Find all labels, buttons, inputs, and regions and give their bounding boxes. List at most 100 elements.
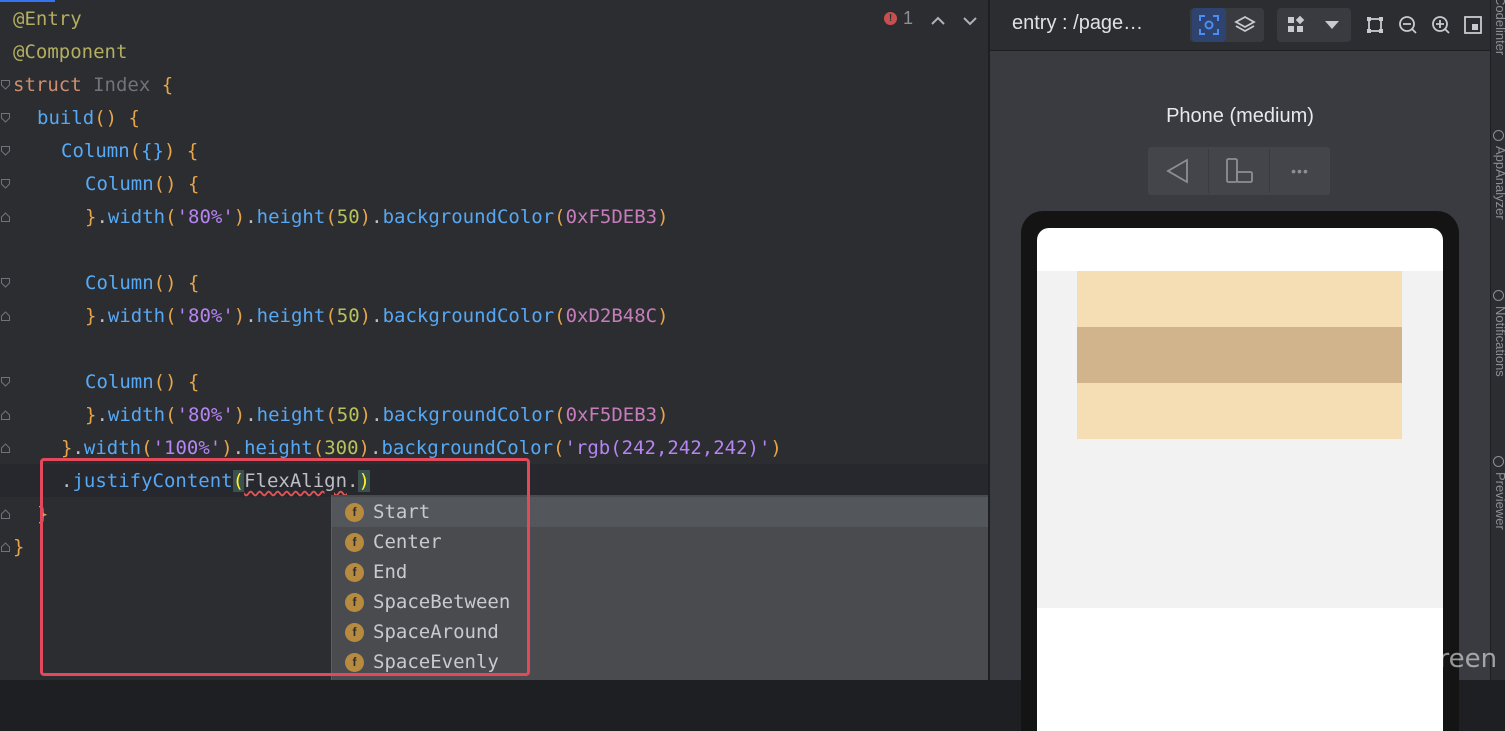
rotate-icon[interactable] <box>1209 147 1269 195</box>
code-token: . <box>245 404 257 426</box>
code-token: Column <box>61 140 130 162</box>
completion-item[interactable]: f SpaceEvenly <box>332 647 1101 677</box>
code-token: height <box>256 305 326 327</box>
code-token: 0xF5DEB3 <box>565 404 658 426</box>
sidebar-item-notifications[interactable]: Notifications <box>1493 306 1505 377</box>
code-token: ( <box>129 140 142 162</box>
fold-marker-icon[interactable] <box>1 113 10 123</box>
code-token: 50 <box>336 404 360 426</box>
completion-item[interactable]: f Start <box>332 497 1101 527</box>
fold-marker-icon[interactable] <box>1 80 10 90</box>
code-line[interactable]: } <box>13 531 24 564</box>
fold-marker-icon[interactable] <box>1 146 10 156</box>
code-line[interactable]: }.width('100%').height(300).backgroundCo… <box>61 432 782 465</box>
device-controls: ••• <box>1148 147 1330 195</box>
fold-end-icon[interactable] <box>1 542 10 552</box>
matched-bracket: ( <box>232 470 245 492</box>
components-icon[interactable] <box>1279 8 1313 42</box>
code-token: ) <box>657 206 669 228</box>
code-token: . <box>96 404 108 426</box>
code-line[interactable]: }.width('80%').height(50).backgroundColo… <box>85 399 669 432</box>
fit-screen-icon[interactable] <box>1456 8 1490 42</box>
code-token: height <box>256 206 326 228</box>
previewer-title[interactable]: entry : /page… <box>1012 12 1143 35</box>
arrow-down-icon[interactable] <box>962 12 978 26</box>
code-token: '80%' <box>176 404 234 426</box>
code-token: ) <box>358 437 370 459</box>
completion-label: SpaceBetween <box>373 591 511 613</box>
code-token: ) <box>221 437 233 459</box>
code-token: backgroundColor <box>382 206 555 228</box>
code-token: ( <box>325 305 337 327</box>
inspection-widget[interactable]: ! 1 <box>884 8 913 29</box>
zoom-in-icon[interactable] <box>1424 8 1458 42</box>
code-line-current[interactable]: .justifyContent(FlexAlign.) <box>61 465 370 498</box>
code-token: { <box>161 74 174 96</box>
fold-end-icon[interactable] <box>1 509 10 519</box>
code-line[interactable]: build() { <box>37 102 140 135</box>
code-token: backgroundColor <box>382 305 555 327</box>
function-icon: f <box>345 652 364 672</box>
completion-popup[interactable]: f Start f Center f End f SpaceBetween f Space… <box>331 495 1101 680</box>
sidebar-item-codelinter[interactable]: Codelinter <box>1493 0 1505 55</box>
code-token: . <box>72 437 84 459</box>
completion-item[interactable]: f Center <box>332 527 1101 557</box>
preview-canvas: Phone (medium) ••• <box>990 51 1490 731</box>
frame-icon[interactable] <box>1358 8 1392 42</box>
code-token: . <box>96 305 108 327</box>
code-token: '80%' <box>176 206 234 228</box>
code-token: ( <box>325 404 337 426</box>
code-line[interactable]: Column() { <box>85 267 199 300</box>
code-line[interactable]: @Entry <box>13 3 82 36</box>
code-line[interactable]: Column() { <box>85 366 199 399</box>
sidebar-item-previewer[interactable]: Previewer <box>1493 472 1505 530</box>
code-token: Index <box>93 74 151 96</box>
fold-end-icon[interactable] <box>1 311 10 321</box>
code-line[interactable]: } <box>37 498 48 531</box>
code-token: ( <box>141 437 153 459</box>
fold-end-icon[interactable] <box>1 410 10 420</box>
fold-marker-icon[interactable] <box>1 179 10 189</box>
code-token: ( <box>312 437 325 459</box>
zoom-out-icon[interactable] <box>1391 8 1425 42</box>
completion-item[interactable]: f End <box>332 557 1101 587</box>
function-icon: f <box>345 502 364 522</box>
arrow-up-icon[interactable] <box>930 12 946 25</box>
code-token: 300 <box>324 437 359 459</box>
inspect-icon[interactable] <box>1192 8 1226 42</box>
more-icon[interactable]: ••• <box>1270 147 1330 195</box>
fold-end-icon[interactable] <box>1 212 10 222</box>
back-icon[interactable] <box>1148 147 1208 195</box>
fold-marker-icon[interactable] <box>1 377 10 387</box>
code-token: width <box>83 437 142 459</box>
code-token: { <box>128 107 140 129</box>
code-line[interactable]: Column({}) { <box>61 135 198 168</box>
code-token: . <box>96 206 108 228</box>
code-line[interactable]: struct Index { <box>13 69 173 102</box>
dropdown-icon[interactable] <box>1315 8 1349 42</box>
code-token: height <box>244 437 313 459</box>
completion-item[interactable]: f SpaceAround <box>332 617 1101 647</box>
component-group <box>1277 8 1351 42</box>
code-line[interactable]: Column() { <box>85 168 199 201</box>
layers-icon[interactable] <box>1228 8 1262 42</box>
code-token: . <box>347 470 359 492</box>
code-token: 0xF5DEB3 <box>565 206 658 228</box>
code-line[interactable]: @Component <box>13 36 127 69</box>
fold-end-icon[interactable] <box>1 443 10 453</box>
fold-gutter <box>0 0 14 680</box>
code-token-error: FlexAlign <box>244 470 348 492</box>
code-token: . <box>369 437 382 459</box>
error-icon: ! <box>884 12 897 25</box>
function-icon: f <box>345 592 364 612</box>
completion-label: Center <box>373 531 442 553</box>
code-line[interactable]: }.width('80%').height(50).backgroundColo… <box>85 300 669 333</box>
completion-item[interactable]: f SpaceBetween <box>332 587 1101 617</box>
sidebar-item-appanalyzer[interactable]: AppAnalyzer <box>1493 146 1505 220</box>
fold-marker-icon[interactable] <box>1 278 10 288</box>
code-line[interactable]: }.width('80%').height(50).backgroundColo… <box>85 201 669 234</box>
code-token: ( <box>553 437 565 459</box>
bell-icon <box>1493 290 1504 301</box>
function-icon: f <box>345 622 364 642</box>
